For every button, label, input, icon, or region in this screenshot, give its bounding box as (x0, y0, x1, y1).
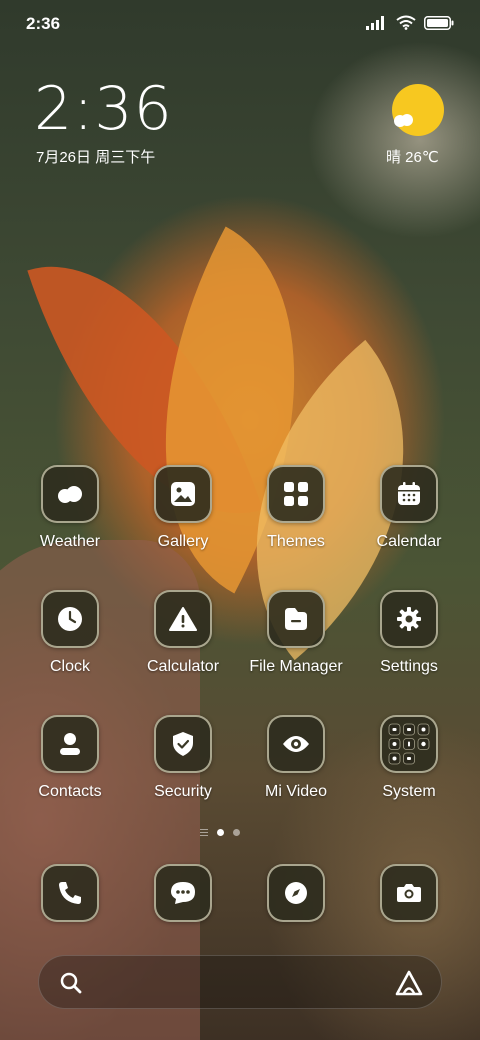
dock-messages[interactable] (128, 864, 238, 922)
status-bar: 2:36 (0, 0, 480, 50)
home-screen: 2:36 2:36 7月26日 周三下午 晴 26℃ Weather Galle… (0, 0, 480, 1040)
weather-widget-text: 晴 26℃ (386, 149, 439, 166)
folder-grid-icon (388, 723, 430, 765)
app-file-manager[interactable]: File Manager (241, 590, 351, 676)
shield-check-icon (173, 732, 193, 756)
clock-icon (58, 607, 82, 631)
app-label: System (382, 783, 436, 800)
compass-icon (285, 882, 307, 904)
app-icon[interactable] (267, 715, 325, 773)
grid-icon (284, 482, 308, 506)
app-icon[interactable] (380, 864, 438, 922)
battery-icon (424, 15, 454, 30)
page-dot-list-icon[interactable] (200, 829, 208, 836)
warning-icon (169, 607, 197, 631)
app-clock[interactable]: Clock (15, 590, 125, 676)
app-icon[interactable] (154, 590, 212, 648)
app-weather[interactable]: Weather (15, 465, 125, 551)
gear-icon (397, 607, 421, 631)
app-icon[interactable] (154, 465, 212, 523)
wifi-icon (396, 15, 416, 30)
clock-widget-date: 7月26日 周三下午 (36, 149, 156, 166)
page-dot[interactable] (233, 829, 240, 836)
app-icon[interactable] (380, 715, 438, 773)
signal-icon (366, 15, 384, 30)
app-calculator[interactable]: Calculator (128, 590, 238, 676)
app-icon[interactable] (267, 465, 325, 523)
app-label: Themes (267, 533, 325, 550)
app-contacts[interactable]: Contacts (15, 715, 125, 801)
page-dot-active[interactable] (217, 829, 224, 836)
app-calendar[interactable]: Calendar (354, 465, 464, 551)
folder-icon (285, 608, 307, 630)
app-icon[interactable] (41, 590, 99, 648)
app-gallery[interactable]: Gallery (128, 465, 238, 551)
app-icon[interactable] (267, 864, 325, 922)
status-time: 2:36 (26, 14, 61, 33)
dock-phone[interactable] (15, 864, 125, 922)
dock-browser[interactable] (241, 864, 351, 922)
sun-icon[interactable] (392, 84, 444, 136)
image-icon (171, 482, 195, 506)
app-label: Mi Video (265, 783, 327, 800)
search-bar[interactable] (38, 955, 442, 1009)
person-icon (60, 733, 80, 755)
search-icon[interactable] (59, 971, 83, 995)
app-themes[interactable]: Themes (241, 465, 351, 551)
app-label: Security (154, 783, 212, 800)
page-indicator[interactable] (200, 829, 240, 836)
app-icon[interactable] (154, 715, 212, 773)
app-label: File Manager (249, 658, 343, 675)
app-system-folder[interactable]: System (354, 715, 464, 801)
dock-camera[interactable] (354, 864, 464, 922)
app-label: Gallery (157, 533, 209, 550)
app-label: Clock (49, 658, 90, 675)
cloud-icon (58, 486, 82, 503)
app-label: Contacts (38, 783, 102, 800)
clock-widget-time[interactable]: 2:36 (34, 74, 173, 144)
app-icon[interactable] (267, 590, 325, 648)
app-icon[interactable] (41, 465, 99, 523)
app-label: Weather (39, 533, 101, 550)
app-label: Settings (380, 658, 438, 675)
app-icon[interactable] (380, 590, 438, 648)
app-security[interactable]: Security (128, 715, 238, 801)
app-icon[interactable] (154, 864, 212, 922)
app-icon[interactable] (41, 715, 99, 773)
status-icons (366, 15, 454, 30)
app-mi-video[interactable]: Mi Video (241, 715, 351, 801)
calendar-icon (398, 482, 420, 505)
camera-icon (397, 884, 421, 902)
app-icon[interactable] (380, 465, 438, 523)
eye-icon (283, 736, 309, 752)
app-label: Calendar (376, 533, 442, 550)
app-settings[interactable]: Settings (354, 590, 464, 676)
cloud-icon (394, 114, 413, 127)
app-icon[interactable] (41, 864, 99, 922)
app-label: Calculator (146, 658, 220, 675)
phone-icon (59, 882, 81, 904)
voice-assistant-icon[interactable] (395, 969, 423, 997)
message-icon (171, 882, 195, 904)
